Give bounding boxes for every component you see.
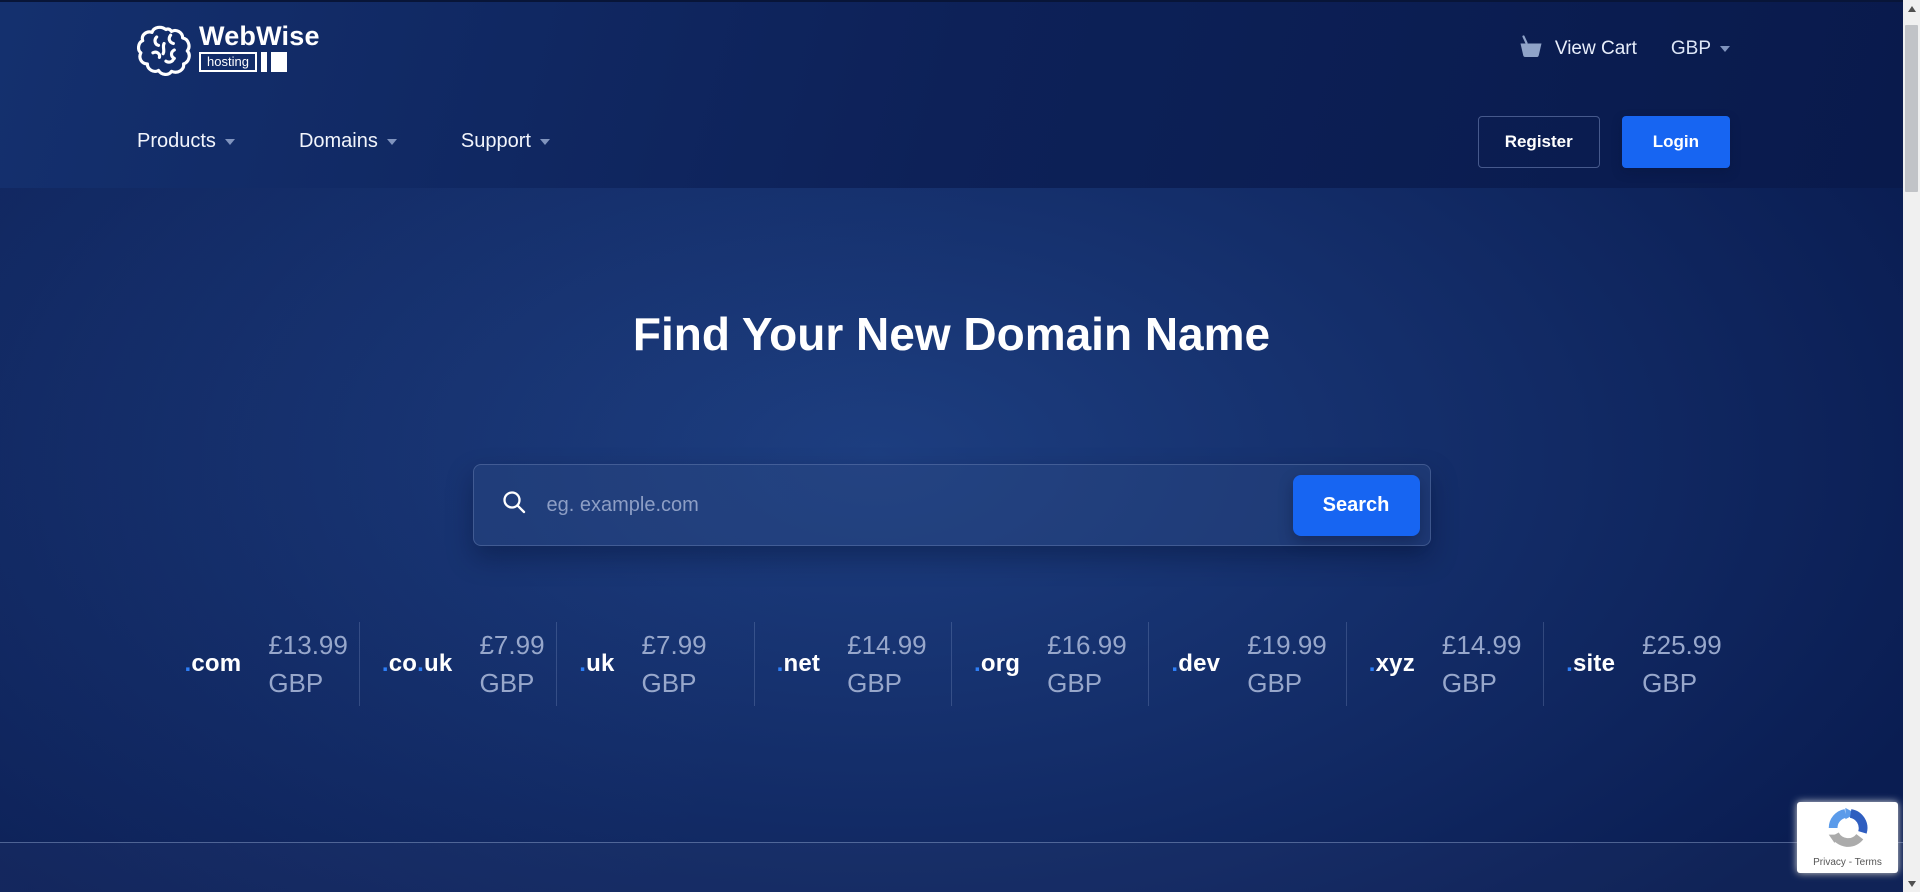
tld-item-net[interactable]: .net £14.99 GBP xyxy=(754,622,951,706)
tld-price-currency: GBP xyxy=(1247,664,1327,702)
currency-select[interactable]: GBP xyxy=(1671,38,1730,60)
tld-item-couk[interactable]: .co.uk £7.99 GBP xyxy=(359,622,556,706)
tld-price: £25.99 GBP xyxy=(1642,626,1722,702)
tld-item-site[interactable]: .site £25.99 GBP xyxy=(1543,622,1740,706)
tld-price-amount: £7.99 xyxy=(479,626,544,664)
auth-buttons: Register Login xyxy=(1478,116,1730,168)
tld-price-amount: £14.99 xyxy=(847,626,927,664)
tld-price-amount: £14.99 xyxy=(1442,626,1522,664)
brand-tagline: hosting xyxy=(199,52,257,72)
navbar: Products Domains Support Register Login xyxy=(137,96,1730,188)
brand-name: WebWise xyxy=(199,22,320,50)
nav-item-products[interactable]: Products xyxy=(137,130,235,153)
chevron-down-icon xyxy=(387,139,397,145)
tld-price: £14.99 GBP xyxy=(847,626,927,702)
tld-pricing-row: .com £13.99 GBP .co.uk £7.99 GBP .uk £7.… xyxy=(163,622,1741,706)
tld-price-currency: GBP xyxy=(1642,664,1722,702)
nav-item-support[interactable]: Support xyxy=(461,130,550,153)
next-section-shade xyxy=(0,843,1903,892)
tld-item-com[interactable]: .com £13.99 GBP xyxy=(163,622,359,706)
vertical-scrollbar[interactable] xyxy=(1903,0,1920,892)
hero-section: Find Your New Domain Name Search .com £1… xyxy=(0,188,1903,892)
scrollbar-thumb[interactable] xyxy=(1905,25,1918,192)
view-cart-label: View Cart xyxy=(1555,38,1637,60)
tld-price-currency: GBP xyxy=(268,664,348,702)
topbar-right: View Cart GBP xyxy=(1519,35,1730,63)
tld-item-org[interactable]: .org £16.99 GBP xyxy=(951,622,1148,706)
tld-price: £14.99 GBP xyxy=(1442,626,1522,702)
domain-search-bar: Search xyxy=(473,464,1431,546)
recaptcha-badge[interactable]: Privacy - Terms xyxy=(1797,802,1898,873)
triangle-down-icon xyxy=(1908,881,1916,887)
triangle-up-icon xyxy=(1908,6,1916,12)
tld-item-uk[interactable]: .uk £7.99 GBP xyxy=(556,622,753,706)
tld-name: .xyz xyxy=(1369,650,1415,678)
tld-price-amount: £19.99 xyxy=(1247,626,1327,664)
nav-item-label: Support xyxy=(461,130,531,153)
basket-icon xyxy=(1519,35,1543,63)
tld-price-currency: GBP xyxy=(847,664,927,702)
scrollbar-down-arrow[interactable] xyxy=(1903,875,1920,892)
tld-price-currency: GBP xyxy=(1442,664,1522,702)
tld-price: £16.99 GBP xyxy=(1047,626,1127,702)
brain-icon xyxy=(137,22,193,76)
scrollbar-up-arrow[interactable] xyxy=(1903,0,1920,17)
tld-name: .dev xyxy=(1171,650,1220,678)
logo-text: WebWise hosting xyxy=(199,22,320,72)
tld-price: £13.99 GBP xyxy=(268,626,348,702)
tld-price-currency: GBP xyxy=(479,664,544,702)
tld-name: .uk xyxy=(579,650,614,678)
recaptcha-swirl-icon xyxy=(1827,802,1869,854)
page-title: Find Your New Domain Name xyxy=(0,188,1903,362)
tld-price-amount: £25.99 xyxy=(1642,626,1722,664)
chevron-down-icon xyxy=(225,139,235,145)
page: WebWise hosting xyxy=(0,0,1903,892)
tld-price: £19.99 GBP xyxy=(1247,626,1327,702)
tld-price: £7.99 GBP xyxy=(642,626,707,702)
tld-price-amount: £16.99 xyxy=(1047,626,1127,664)
recaptcha-privacy-terms: Privacy - Terms xyxy=(1813,857,1882,868)
site-header: WebWise hosting xyxy=(0,0,1903,188)
currency-label: GBP xyxy=(1671,38,1711,60)
magnifier-icon xyxy=(501,489,547,521)
view-cart-link[interactable]: View Cart xyxy=(1519,35,1637,63)
chevron-down-icon xyxy=(1720,46,1730,52)
chevron-down-icon xyxy=(540,139,550,145)
nav-item-domains[interactable]: Domains xyxy=(299,130,397,153)
register-button[interactable]: Register xyxy=(1478,116,1600,168)
tld-name: .co.uk xyxy=(382,650,453,678)
tld-name: .com xyxy=(185,650,242,678)
tld-price-currency: GBP xyxy=(642,664,707,702)
tld-name: .site xyxy=(1566,650,1615,678)
tld-name: .net xyxy=(777,650,820,678)
tld-price-amount: £13.99 xyxy=(268,626,348,664)
tld-item-xyz[interactable]: .xyz £14.99 GBP xyxy=(1346,622,1543,706)
logo-bar-icon xyxy=(271,52,287,72)
search-button[interactable]: Search xyxy=(1293,475,1420,536)
logo-bar-icon xyxy=(261,52,267,72)
main-nav: Products Domains Support xyxy=(137,130,550,153)
nav-item-label: Products xyxy=(137,130,216,153)
brand-tagline-row: hosting xyxy=(199,52,320,72)
nav-item-label: Domains xyxy=(299,130,378,153)
logo[interactable]: WebWise hosting xyxy=(137,22,320,76)
topbar: WebWise hosting xyxy=(137,2,1730,96)
domain-search-input[interactable] xyxy=(547,494,1293,517)
tld-price: £7.99 GBP xyxy=(479,626,544,702)
login-button[interactable]: Login xyxy=(1622,116,1730,168)
tld-price-currency: GBP xyxy=(1047,664,1127,702)
tld-name: .org xyxy=(974,650,1020,678)
tld-price-amount: £7.99 xyxy=(642,626,707,664)
tld-item-dev[interactable]: .dev £19.99 GBP xyxy=(1148,622,1345,706)
